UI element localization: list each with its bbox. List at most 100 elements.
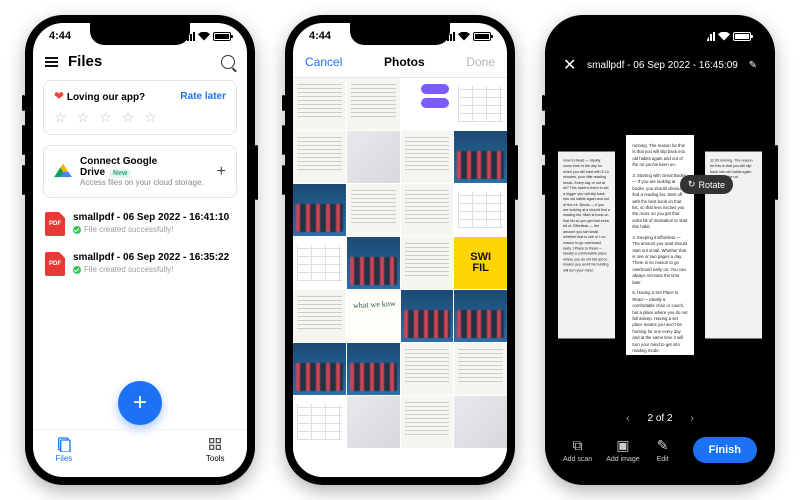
star-icon[interactable]: ☆ [99,109,112,126]
photo-thumb[interactable] [454,396,507,448]
wifi-icon [458,32,470,41]
photo-thumb[interactable] [454,78,507,130]
file-item[interactable]: PDF smallpdf - 06 Sep 2022 - 16:41:10 Fi… [33,204,247,244]
photo-thumb[interactable] [293,184,346,236]
tab-bar: Files Tools [33,429,247,477]
add-scan-button[interactable]: ⧉Add scan [563,436,592,463]
edit-button[interactable]: ✎Edit [654,436,672,463]
page-canvas: How to Read — Ideally some time in the d… [553,83,767,407]
file-status: File created successfully! [84,265,173,274]
page-preview-prev[interactable]: How to Read — Ideally some time in the d… [558,152,615,339]
photo-thumb[interactable] [347,396,400,448]
photo-thumb[interactable] [454,184,507,236]
file-status: File created successfully! [84,225,173,234]
battery-icon [473,32,491,41]
photo-thumb[interactable] [401,184,454,236]
star-icon[interactable]: ☆ [122,109,135,126]
photo-thumb[interactable] [401,237,454,289]
page-title: Files [68,53,211,70]
editor-nav: ✕ smallpdf - 06 Sep 2022 - 16:45:09 ✎ [553,47,767,83]
file-name: smallpdf - 06 Sep 2022 - 16:35:22 [73,252,229,263]
add-fab-button[interactable]: + [118,381,162,425]
photo-thumb[interactable] [401,131,454,183]
photo-thumb[interactable] [347,78,400,130]
check-icon [73,266,81,274]
photo-thumb[interactable] [401,78,454,130]
page-indicator: 2 of 2 [647,413,672,424]
star-icon[interactable]: ☆ [77,109,90,126]
photo-thumb[interactable] [401,396,454,448]
photo-thumb[interactable] [347,290,400,342]
notch [90,23,190,45]
page-preview-current[interactable]: running. The reason for this is that you… [626,135,693,355]
photo-thumb[interactable] [347,237,400,289]
rate-later-link[interactable]: Rate later [180,91,226,102]
photo-thumb[interactable] [293,396,346,448]
picker-nav: Cancel Photos Done [293,47,507,78]
header: Files [33,47,247,76]
wifi-icon [718,32,730,41]
tab-tools[interactable]: Tools [206,436,225,463]
add-image-button[interactable]: ▣Add image [606,436,639,463]
status-time: 4:44 [309,30,331,42]
gdrive-subtitle: Access files on your cloud storage. [80,178,209,187]
star-icon[interactable]: ☆ [144,109,157,126]
scan-icon: ⧉ [569,436,587,454]
add-icon[interactable]: + [217,163,226,181]
tab-label: Files [55,454,72,463]
notch [350,23,450,45]
photo-thumb[interactable] [293,343,346,395]
rating-stars[interactable]: ☆ ☆ ☆ ☆ ☆ [54,109,226,126]
edit-title-icon[interactable]: ✎ [749,60,757,71]
photo-thumb[interactable] [347,184,400,236]
photo-thumb[interactable] [293,131,346,183]
rating-heading: Loving our app? [67,92,145,103]
tools-icon [207,436,223,452]
phone-files: 4:44 Files ❤ Loving our app? Rate later … [25,15,255,485]
photo-thumb[interactable] [347,131,400,183]
close-icon[interactable]: ✕ [563,55,576,75]
finish-button[interactable]: Finish [693,437,757,463]
google-drive-card[interactable]: Connect Google DriveNew Access files on … [43,145,237,198]
editor-toolbar: ⧉Add scan ▣Add image ✎Edit Finish [553,430,767,477]
file-item[interactable]: PDF smallpdf - 06 Sep 2022 - 16:35:22 Fi… [33,244,247,284]
photo-thumb[interactable] [454,290,507,342]
photo-thumb[interactable] [293,290,346,342]
tab-files[interactable]: Files [55,436,72,463]
edit-icon: ✎ [654,436,672,454]
menu-icon[interactable] [45,57,58,67]
photo-thumb[interactable] [293,237,346,289]
rotate-button[interactable]: Rotate [680,175,733,194]
rotate-icon [688,179,696,190]
file-name: smallpdf - 06 Sep 2022 - 16:41:10 [73,212,229,223]
search-icon[interactable] [221,55,235,69]
next-page-icon[interactable]: › [691,413,694,424]
battery-icon [733,32,751,41]
photo-thumb[interactable] [347,343,400,395]
wifi-icon [198,32,210,41]
new-badge: New [109,169,131,178]
pdf-icon: PDF [45,212,65,236]
battery-icon [213,32,231,41]
photo-thumb[interactable] [401,290,454,342]
tab-label: Tools [206,454,225,463]
photo-thumb[interactable] [454,343,507,395]
check-icon [73,226,81,234]
photo-thumb[interactable]: SWIFIL [454,237,507,289]
photo-grid: SWIFIL [293,78,507,477]
star-icon[interactable]: ☆ [54,109,67,126]
heart-icon: ❤ [54,89,64,103]
cancel-button[interactable]: Cancel [305,55,342,69]
prev-page-icon[interactable]: ‹ [626,413,629,424]
photo-thumb[interactable] [401,343,454,395]
page-navigation: ‹ 2 of 2 › [553,407,767,430]
photo-thumb[interactable] [293,78,346,130]
phone-editor: ✕ smallpdf - 06 Sep 2022 - 16:45:09 ✎ Ho… [545,15,775,485]
picker-title: Photos [384,55,425,69]
rating-card: ❤ Loving our app? Rate later ☆ ☆ ☆ ☆ ☆ [43,80,237,135]
pdf-icon: PDF [45,252,65,276]
photo-thumb[interactable] [454,131,507,183]
notch [610,23,710,45]
done-button[interactable]: Done [466,55,495,69]
status-time: 4:44 [49,30,71,42]
